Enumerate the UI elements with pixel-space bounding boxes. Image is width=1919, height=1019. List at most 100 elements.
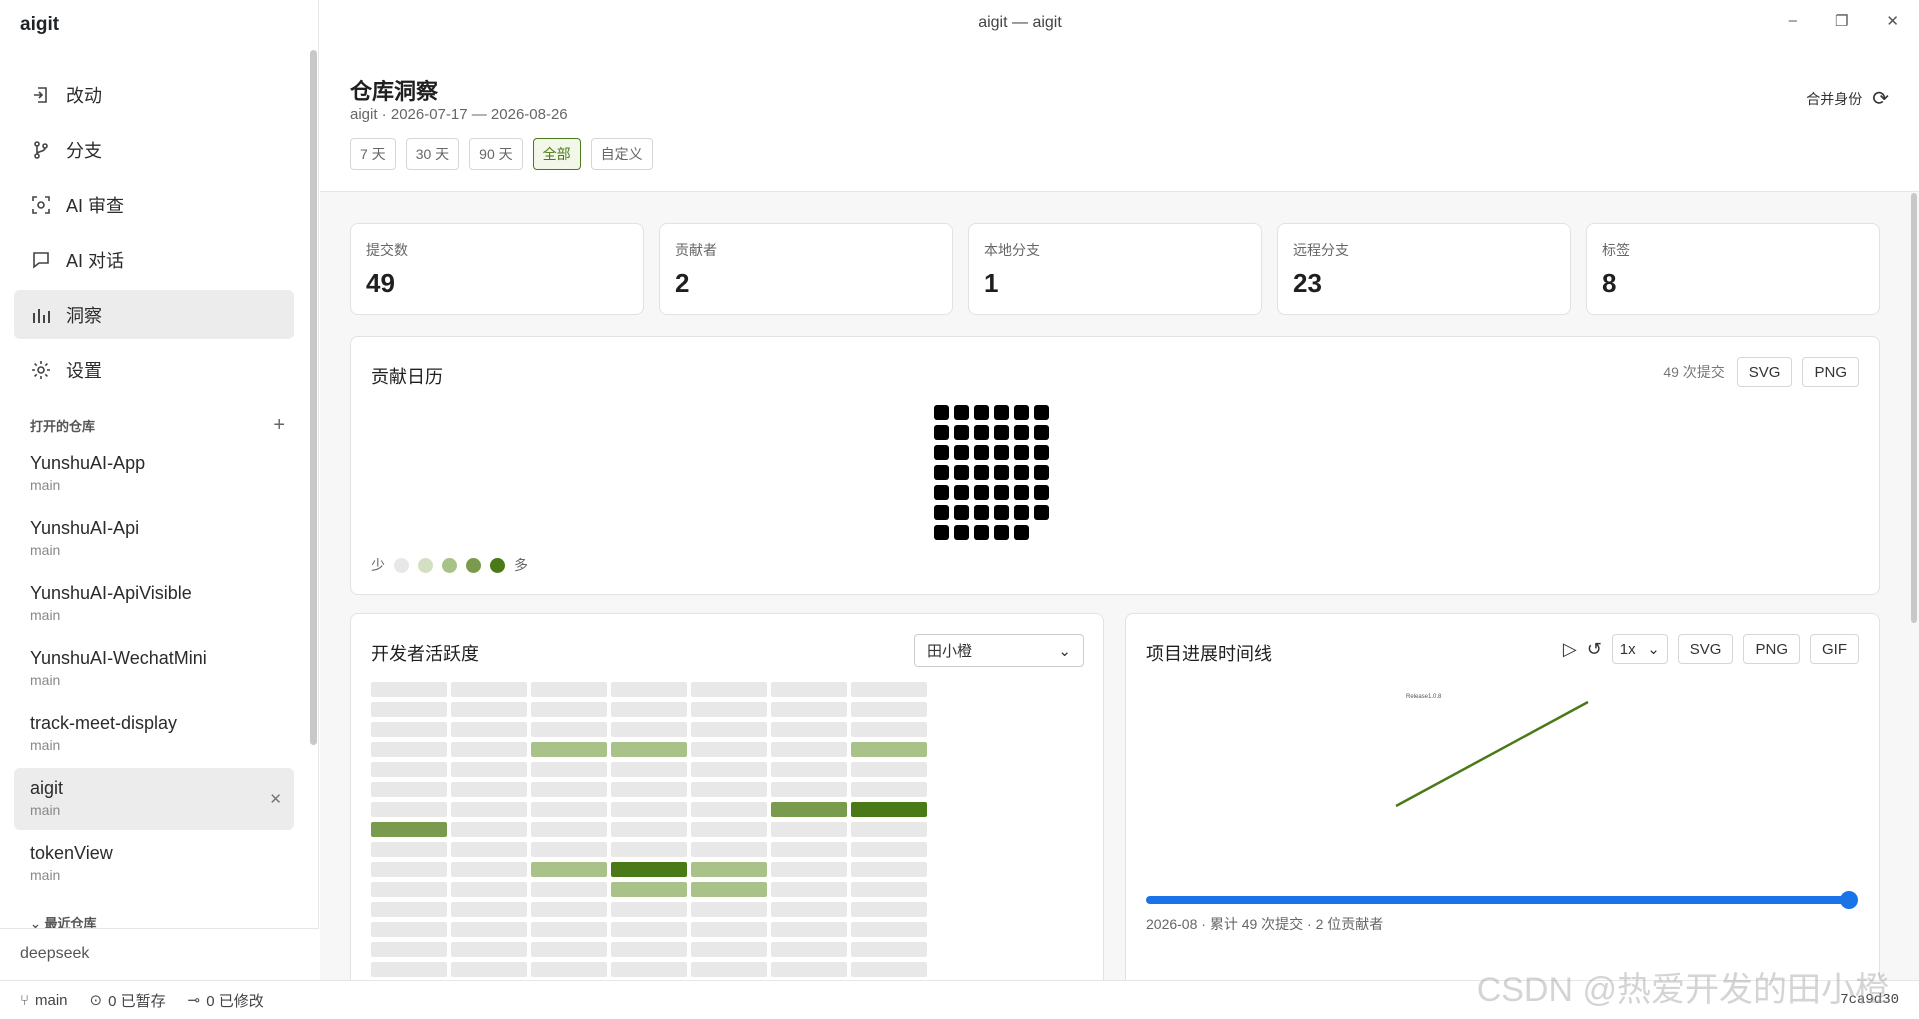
calendar-day-cell[interactable]: [954, 445, 969, 460]
calendar-day-cell[interactable]: [1014, 505, 1029, 520]
calendar-day-cell[interactable]: [974, 505, 989, 520]
calendar-day-cell[interactable]: [974, 425, 989, 440]
activity-cell: [691, 902, 767, 917]
calendar-day-cell[interactable]: [934, 505, 949, 520]
sidebar-scrollbar[interactable]: [310, 50, 317, 745]
calendar-day-cell[interactable]: [994, 465, 1009, 480]
title-bar: aigit — aigit – ❐ ✕: [320, 0, 1919, 48]
calendar-day-cell[interactable]: [974, 465, 989, 480]
calendar-day-cell[interactable]: [974, 525, 989, 540]
refresh-icon[interactable]: ⟳: [1872, 86, 1889, 111]
activity-cell: [851, 942, 927, 957]
calendar-day-cell[interactable]: [934, 445, 949, 460]
calendar-day-cell[interactable]: [974, 405, 989, 420]
calendar-day-cell[interactable]: [994, 525, 1009, 540]
calendar-day-cell[interactable]: [954, 465, 969, 480]
repo-name: tokenView: [30, 843, 113, 863]
timeline-slider[interactable]: [1146, 891, 1858, 909]
repo-item[interactable]: YunshuAI-WechatMini main: [14, 638, 294, 700]
calendar-day-cell[interactable]: [974, 445, 989, 460]
play-icon[interactable]: ▷: [1563, 639, 1577, 660]
repo-item[interactable]: YunshuAI-Api main: [14, 508, 294, 570]
calendar-day-cell[interactable]: [994, 445, 1009, 460]
calendar-day-cell[interactable]: [994, 405, 1009, 420]
repo-item-active[interactable]: aigit main ✕: [14, 768, 294, 830]
calendar-day-cell[interactable]: [994, 505, 1009, 520]
nav-item-ai-chat[interactable]: AI 对话: [14, 235, 294, 284]
nav-item-settings[interactable]: 设置: [14, 345, 294, 394]
open-repos-title: 打开的仓库: [30, 419, 96, 434]
close-icon[interactable]: ✕: [269, 790, 282, 808]
calendar-day-cell[interactable]: [934, 485, 949, 500]
calendar-day-cell[interactable]: [1034, 465, 1049, 480]
repo-item[interactable]: YunshuAI-App main: [14, 443, 294, 505]
calendar-day-cell[interactable]: [954, 505, 969, 520]
calendar-day-cell[interactable]: [1014, 425, 1029, 440]
export-png-button[interactable]: PNG: [1802, 357, 1859, 387]
status-stashed[interactable]: ⊙ 0 已暂存: [90, 990, 166, 1011]
calendar-day-cell[interactable]: [954, 485, 969, 500]
status-modified[interactable]: ⊸ 0 已修改: [188, 990, 264, 1011]
calendar-day-cell[interactable]: [994, 425, 1009, 440]
legend-swatch: [442, 557, 457, 573]
calendar-day-cell[interactable]: [954, 525, 969, 540]
repo-item[interactable]: YunshuAI-ApiVisible main: [14, 573, 294, 635]
calendar-day-cell[interactable]: [1034, 405, 1049, 420]
export-svg-button[interactable]: SVG: [1736, 357, 1793, 387]
calendar-day-cell[interactable]: [1014, 445, 1029, 460]
calendar-day-cell[interactable]: [1014, 465, 1029, 480]
calendar-day-cell[interactable]: [934, 405, 949, 420]
speed-select[interactable]: 1x ⌄: [1611, 634, 1668, 664]
export-svg-button[interactable]: SVG: [1677, 634, 1734, 664]
range-90d-button[interactable]: 90 天: [469, 138, 523, 170]
close-window-icon[interactable]: ✕: [1886, 12, 1899, 30]
nav-item-ai-review[interactable]: AI 审查: [14, 180, 294, 229]
stat-value: 49: [366, 268, 395, 298]
calendar-day-cell[interactable]: [954, 425, 969, 440]
ai-model-label[interactable]: deepseek: [20, 945, 89, 962]
calendar-day-cell[interactable]: [1014, 525, 1029, 540]
range-all-button[interactable]: 全部: [532, 138, 581, 170]
range-30d-button[interactable]: 30 天: [405, 138, 460, 170]
range-7d-button[interactable]: 7 天: [350, 138, 396, 170]
calendar-day-cell[interactable]: [934, 465, 949, 480]
merge-identity-button[interactable]: 合并身份 ⟳: [1806, 86, 1889, 111]
replay-icon[interactable]: ↺: [1587, 639, 1602, 660]
slider-thumb[interactable]: [1840, 891, 1858, 909]
calendar-day-cell[interactable]: [1034, 425, 1049, 440]
developer-select-value: 田小橙: [927, 643, 973, 660]
range-custom-button[interactable]: 自定义: [590, 138, 653, 170]
developer-select[interactable]: 田小橙 ⌄: [914, 634, 1084, 667]
calendar-day-cell[interactable]: [934, 525, 949, 540]
stat-label: 提交数: [366, 242, 408, 258]
calendar-day-cell[interactable]: [974, 485, 989, 500]
add-repo-button[interactable]: +: [273, 414, 285, 437]
restore-icon[interactable]: ❐: [1835, 12, 1848, 30]
calendar-day-cell[interactable]: [1034, 505, 1049, 520]
main-scrollbar[interactable]: [1911, 193, 1917, 623]
calendar-day-cell[interactable]: [994, 485, 1009, 500]
activity-cell: [611, 942, 687, 957]
nav-item-branches[interactable]: 分支: [14, 125, 294, 174]
calendar-day-cell[interactable]: [1034, 485, 1049, 500]
repo-item[interactable]: track-meet-display main: [14, 703, 294, 765]
minimize-icon[interactable]: –: [1789, 12, 1797, 30]
calendar-day-cell[interactable]: [1014, 485, 1029, 500]
export-png-button[interactable]: PNG: [1743, 634, 1800, 664]
nav-item-changes[interactable]: 改动: [14, 70, 294, 119]
calendar-day-cell[interactable]: [954, 405, 969, 420]
export-gif-button[interactable]: GIF: [1810, 634, 1859, 664]
calendar-day-cell[interactable]: [1034, 445, 1049, 460]
timeline-chart: Release1.0.8: [1395, 694, 1589, 808]
repo-item[interactable]: tokenView main: [14, 833, 294, 895]
activity-cell: [611, 842, 687, 857]
activity-cell: [451, 942, 527, 957]
calendar-day-cell[interactable]: [1014, 405, 1029, 420]
calendar-day-cell[interactable]: [934, 425, 949, 440]
activity-cell: [691, 942, 767, 957]
status-stashed-text: 0 已暂存: [108, 992, 166, 1010]
nav-item-insights[interactable]: 洞察: [14, 290, 294, 339]
page-title: 仓库洞察: [350, 79, 439, 104]
status-branch[interactable]: ⑂ main: [20, 992, 68, 1009]
nav-label: 改动: [66, 85, 102, 106]
